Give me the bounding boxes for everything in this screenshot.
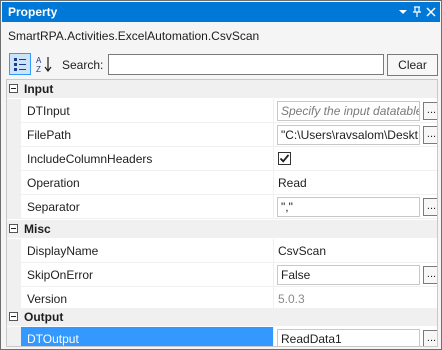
search-input[interactable] [108, 54, 384, 75]
dtinput-field[interactable]: Specify the input datatable [277, 101, 420, 121]
browse-button[interactable]: ... [423, 330, 437, 346]
property-value-cell: ReadData1 ... [273, 327, 437, 346]
collapse-icon[interactable] [9, 224, 18, 233]
property-row-includecolumnheaders: IncludeColumnHeaders [7, 147, 437, 171]
filepath-field[interactable]: "C:\Users\ravsalom\Deskt [277, 125, 420, 145]
dtoutput-field[interactable]: ReadData1 [277, 329, 420, 346]
property-row-filepath: FilePath "C:\Users\ravsalom\Deskt ... [7, 123, 437, 147]
clear-button[interactable]: Clear [387, 54, 438, 76]
property-name[interactable]: DTInput [21, 99, 273, 123]
category-label: Input [24, 82, 54, 96]
separator-field[interactable]: "," [277, 197, 420, 217]
category-input[interactable]: Input [7, 80, 437, 98]
property-row-dtinput: DTInput Specify the input datatable ... [7, 99, 437, 123]
displayname-value[interactable]: CsvScan [278, 239, 326, 263]
property-name[interactable]: DTOutput [21, 327, 273, 346]
property-panel: Property SmartRPA.Activities.ExcelAutoma… [0, 0, 442, 350]
checkmark-icon [279, 154, 290, 163]
skiponerror-field[interactable]: False [277, 265, 420, 285]
category-label: Output [24, 310, 64, 324]
browse-button[interactable]: ... [423, 126, 437, 144]
property-value-cell: "," ... [273, 195, 437, 219]
property-name[interactable]: FilePath [21, 123, 273, 147]
property-row-separator: Separator "," ... [7, 195, 437, 219]
property-name[interactable]: Separator [21, 195, 273, 219]
property-row-operation: Operation Read [7, 171, 437, 195]
property-grid: Input DTInput Specify the input datatabl… [6, 79, 438, 347]
property-name[interactable]: DisplayName [21, 239, 273, 263]
property-value-cell: False ... [273, 263, 437, 287]
property-name[interactable]: SkipOnError [21, 263, 273, 287]
property-value-cell: CsvScan [273, 239, 437, 263]
toolbar: A Z Search: Clear [6, 53, 438, 77]
property-value-cell: Read [273, 171, 437, 195]
collapse-icon[interactable] [9, 84, 18, 93]
property-name[interactable]: Operation [21, 171, 273, 195]
categorized-icon [14, 58, 26, 71]
property-row-dtoutput: DTOutput ReadData1 ... [7, 327, 437, 346]
search-label: Search: [62, 58, 104, 72]
categorized-button[interactable] [9, 53, 31, 75]
pin-icon[interactable] [410, 4, 424, 19]
property-row-skiponerror: SkipOnError False ... [7, 263, 437, 287]
property-row-displayname: DisplayName CsvScan [7, 239, 437, 263]
browse-button[interactable]: ... [423, 266, 437, 284]
property-name[interactable]: IncludeColumnHeaders [21, 147, 273, 171]
sort-alphabetical-button[interactable]: A Z [33, 53, 55, 75]
property-value-cell: "C:\Users\ravsalom\Deskt ... [273, 123, 437, 147]
panel-title: Property [8, 5, 58, 19]
svg-text:A: A [36, 56, 42, 65]
activity-type-label: SmartRPA.Activities.ExcelAutomation.CsvS… [8, 29, 260, 43]
include-column-headers-checkbox[interactable] [278, 152, 291, 165]
category-output[interactable]: Output [7, 308, 437, 326]
category-misc[interactable]: Misc [7, 220, 437, 238]
svg-text:Z: Z [36, 65, 41, 74]
collapse-icon[interactable] [9, 312, 18, 321]
browse-button[interactable]: ... [423, 198, 437, 216]
title-bar: Property [2, 2, 440, 22]
property-value-cell [273, 147, 437, 171]
dropdown-icon[interactable] [396, 4, 410, 19]
close-icon[interactable] [424, 4, 438, 19]
sort-az-icon: A Z [36, 56, 52, 74]
operation-value[interactable]: Read [278, 171, 307, 195]
browse-button[interactable]: ... [423, 102, 437, 120]
property-value-cell: Specify the input datatable ... [273, 99, 437, 123]
category-label: Misc [24, 222, 51, 236]
